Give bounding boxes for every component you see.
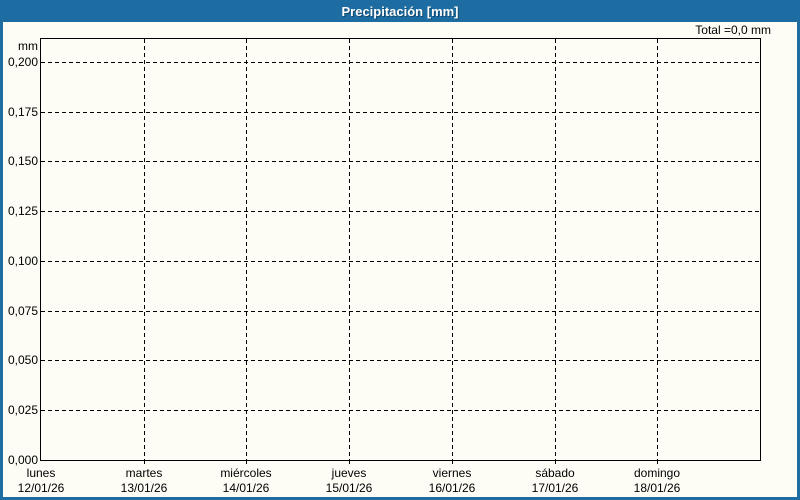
y-tick-label: 0,050 [7, 353, 38, 367]
x-tick-day-name: miércoles [220, 466, 272, 480]
plot-area [40, 38, 761, 461]
total-label: Total =0,0 mm [695, 23, 771, 37]
horizontal-gridline [41, 62, 760, 63]
x-tick-label: martes 13/01/26 [89, 466, 199, 496]
x-tick-day-name: domingo [633, 466, 681, 480]
x-tick-date: 17/01/26 [531, 481, 579, 495]
x-tick-day-name: lunes [26, 466, 56, 480]
y-tick-label: 0,100 [7, 254, 38, 268]
x-tick-date: 15/01/26 [325, 481, 373, 495]
x-axis-tick-mark [555, 461, 556, 464]
x-tick-date: 13/01/26 [120, 481, 168, 495]
y-tick-label: 0,150 [7, 154, 38, 168]
x-tick-day-name: viernes [432, 466, 472, 480]
x-axis-tick-mark [144, 461, 145, 464]
x-tick-label: sábado 17/01/26 [500, 466, 610, 496]
vertical-gridline [657, 39, 658, 460]
horizontal-gridline [41, 360, 760, 361]
vertical-gridline [349, 39, 350, 460]
horizontal-gridline [41, 311, 760, 312]
x-axis-tick-mark [657, 461, 658, 464]
y-tick-label: 0,025 [7, 403, 38, 417]
chart-window: Precipitación [mm] Total =0,0 mm mm 0,00… [0, 0, 800, 500]
horizontal-gridline [41, 211, 760, 212]
vertical-gridline [452, 39, 453, 460]
x-tick-date: 18/01/26 [633, 481, 681, 495]
x-tick-label: miércoles 14/01/26 [191, 466, 301, 496]
x-tick-day-name: jueves [331, 466, 367, 480]
y-tick-label: 0,125 [7, 204, 38, 218]
x-tick-date: 16/01/26 [428, 481, 476, 495]
horizontal-gridline [41, 410, 760, 411]
horizontal-gridline [41, 161, 760, 162]
horizontal-gridline [41, 261, 760, 262]
x-tick-date: 12/01/26 [17, 481, 65, 495]
x-tick-label: jueves 15/01/26 [294, 466, 404, 496]
y-axis-unit-label: mm [18, 39, 38, 53]
y-tick-label: 0,175 [7, 105, 38, 119]
horizontal-gridline [41, 112, 760, 113]
x-axis-tick-mark [452, 461, 453, 464]
x-tick-date: 14/01/26 [222, 481, 270, 495]
chart-title: Precipitación [mm] [341, 3, 459, 19]
x-tick-label: viernes 16/01/26 [397, 466, 507, 496]
vertical-gridline [246, 39, 247, 460]
x-tick-label: domingo 18/01/26 [602, 466, 712, 496]
x-tick-label: lunes 12/01/26 [3, 466, 96, 496]
x-tick-day-name: martes [125, 466, 163, 480]
chart-title-bar: Precipitación [mm] [3, 3, 797, 22]
x-axis-tick-mark [349, 461, 350, 464]
x-tick-day-name: sábado [535, 466, 575, 480]
vertical-gridline [144, 39, 145, 460]
vertical-gridline [555, 39, 556, 460]
x-axis-tick-mark [246, 461, 247, 464]
y-tick-label: 0,200 [7, 55, 38, 69]
y-tick-label: 0,075 [7, 304, 38, 318]
